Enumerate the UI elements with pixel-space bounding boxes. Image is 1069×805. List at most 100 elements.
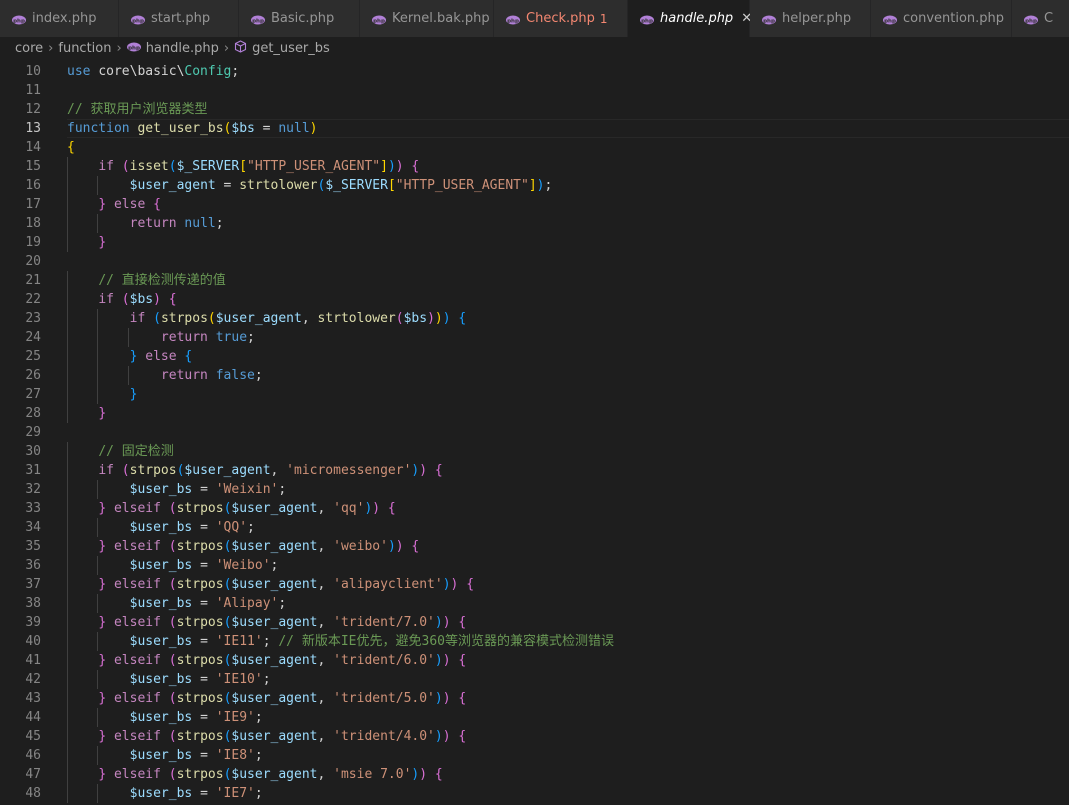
code-line[interactable]: 12 // 获取用户浏览器类型 (0, 100, 1069, 119)
code-area: } else { (67, 195, 1069, 214)
code-token: { (380, 501, 396, 516)
php-file-icon: php (126, 41, 141, 56)
code-line[interactable]: 42 $user_bs = 'IE10'; (0, 670, 1069, 689)
code-line[interactable]: 15 if (isset($_SERVER["HTTP_USER_AGENT"]… (0, 157, 1069, 176)
code-line[interactable]: 16 $user_agent = strtolower($_SERVER["HT… (0, 176, 1069, 195)
code-line[interactable]: 47 } elseif (strpos($user_agent, 'msie 7… (0, 765, 1069, 784)
code-token: ; (247, 520, 255, 535)
breadcrumb-symbol[interactable]: get_user_bs (252, 41, 330, 56)
breadcrumb-file[interactable]: handle.php (146, 41, 219, 56)
php-file-icon: php (640, 14, 654, 24)
code-token: ) (309, 121, 318, 136)
code-token: { (427, 463, 443, 478)
code-line[interactable]: 48 $user_bs = 'IE7'; (0, 784, 1069, 803)
code-token: } (98, 729, 107, 744)
svg-text:php: php (128, 45, 140, 51)
code-line[interactable]: 35 } elseif (strpos($user_agent, 'weibo'… (0, 537, 1069, 556)
code-token: ) (387, 539, 396, 554)
code-token: 'Weixin' (215, 482, 279, 497)
code-text: $user_bs = 'Weibo'; (67, 556, 279, 575)
code-line[interactable]: 19 } (0, 233, 1069, 252)
tab-handle-php[interactable]: php handle.php ✕ (628, 0, 752, 37)
code-line[interactable]: 36 $user_bs = 'Weibo'; (0, 556, 1069, 575)
tab-helper-php[interactable]: php helper.php (750, 0, 871, 37)
line-number: 43 (25, 691, 41, 706)
code-area (67, 81, 1069, 100)
code-line[interactable]: 44 $user_bs = 'IE9'; (0, 708, 1069, 727)
code-line[interactable]: 30 // 固定检测 (0, 442, 1069, 461)
code-token: strpos (160, 311, 208, 326)
php-file-icon: php (251, 14, 265, 24)
code-line[interactable]: 24 return true; (0, 328, 1069, 347)
line-number: 12 (25, 102, 41, 117)
tab-basic-php[interactable]: php Basic.php (239, 0, 360, 37)
code-area: $user_bs = 'QQ'; (67, 518, 1069, 537)
tab-convention-php[interactable]: php convention.php (871, 0, 1012, 37)
line-number: 14 (25, 140, 41, 155)
code-line[interactable]: 21 // 直接检测传递的值 (0, 271, 1069, 290)
line-number: 41 (25, 653, 41, 668)
code-line[interactable]: 29 (0, 423, 1069, 442)
tab-start-php[interactable]: php start.php (119, 0, 239, 37)
code-area: $user_bs = 'Weixin'; (67, 480, 1069, 499)
code-line[interactable]: 26 return false; (0, 366, 1069, 385)
line-number: 37 (25, 577, 41, 592)
tab-c[interactable]: php C (1012, 0, 1069, 37)
code-line[interactable]: 17 } else { (0, 195, 1069, 214)
code-token: = (192, 748, 216, 763)
code-text: $user_bs = 'IE7'; (67, 784, 263, 803)
code-line[interactable]: 18 return null; (0, 214, 1069, 233)
code-token: $user_agent (129, 178, 216, 193)
code-token: { (450, 653, 467, 668)
code-line[interactable]: 41 } elseif (strpos($user_agent, 'triden… (0, 651, 1069, 670)
code-token: { (450, 691, 467, 706)
code-line[interactable]: 14 { (0, 138, 1069, 157)
code-token: 'qq' (333, 501, 365, 516)
tab-check-php[interactable]: php Check.php 1 (494, 0, 628, 37)
code-token: = (215, 178, 240, 193)
code-area: { (67, 138, 1069, 157)
code-line[interactable]: 11 (0, 81, 1069, 100)
code-token: $user_bs (129, 634, 193, 649)
code-line[interactable]: 31 if (strpos($user_agent, 'micromesseng… (0, 461, 1069, 480)
code-text: } elseif (strpos($user_agent, 'trident/7… (67, 613, 466, 632)
code-token: = (192, 710, 216, 725)
code-token: , (270, 463, 287, 478)
code-text: if (strpos($user_agent, 'micromessenger'… (67, 461, 443, 480)
code-line[interactable]: 38 $user_bs = 'Alipay'; (0, 594, 1069, 613)
tab-index-php[interactable]: php index.php (0, 0, 119, 37)
code-line[interactable]: 32 $user_bs = 'Weixin'; (0, 480, 1069, 499)
code-token: ( (121, 159, 130, 174)
code-token: 'trident/6.0' (333, 653, 435, 668)
code-line[interactable]: 13 function get_user_bs($bs = null) (0, 119, 1069, 138)
code-text: $user_bs = 'Weixin'; (67, 480, 287, 499)
code-line[interactable]: 20 (0, 252, 1069, 271)
code-line[interactable]: 40 $user_bs = 'IE11'; // 新版本IE优先，避免360等浏… (0, 632, 1069, 651)
code-line[interactable]: 39 } elseif (strpos($user_agent, 'triden… (0, 613, 1069, 632)
code-text: $user_bs = 'IE10'; (67, 670, 271, 689)
code-line[interactable]: 33 } elseif (strpos($user_agent, 'qq')) … (0, 499, 1069, 518)
code-editor[interactable]: 10 use core\basic\Config; 11 12 // 获取用户浏览器类型… (0, 62, 1069, 805)
breadcrumb-folder[interactable]: function (58, 41, 111, 56)
code-line[interactable]: 22 if ($bs) { (0, 290, 1069, 309)
code-line[interactable]: 45 } elseif (strpos($user_agent, 'triden… (0, 727, 1069, 746)
code-line[interactable]: 23 if (strpos($user_agent, strtolower($b… (0, 309, 1069, 328)
code-token: 'QQ' (215, 520, 248, 535)
code-line[interactable]: 37 } elseif (strpos($user_agent, 'alipay… (0, 575, 1069, 594)
breadcrumb-root[interactable]: core (15, 41, 43, 56)
code-line[interactable]: 46 $user_bs = 'IE8'; (0, 746, 1069, 765)
code-line[interactable]: 34 $user_bs = 'QQ'; (0, 518, 1069, 537)
code-line[interactable]: 43 } elseif (strpos($user_agent, 'triden… (0, 689, 1069, 708)
code-line[interactable]: 27 } (0, 385, 1069, 404)
code-line[interactable]: 28 } (0, 404, 1069, 423)
code-line[interactable]: 25 } else { (0, 347, 1069, 366)
code-line[interactable]: 10 use core\basic\Config; (0, 62, 1069, 81)
code-token: if (98, 463, 122, 478)
code-area: $user_bs = 'Alipay'; (67, 594, 1069, 613)
code-area: // 直接检测传递的值 (67, 271, 1069, 290)
tab-kernel-bak-php[interactable]: php Kernel.bak.php (360, 0, 494, 37)
